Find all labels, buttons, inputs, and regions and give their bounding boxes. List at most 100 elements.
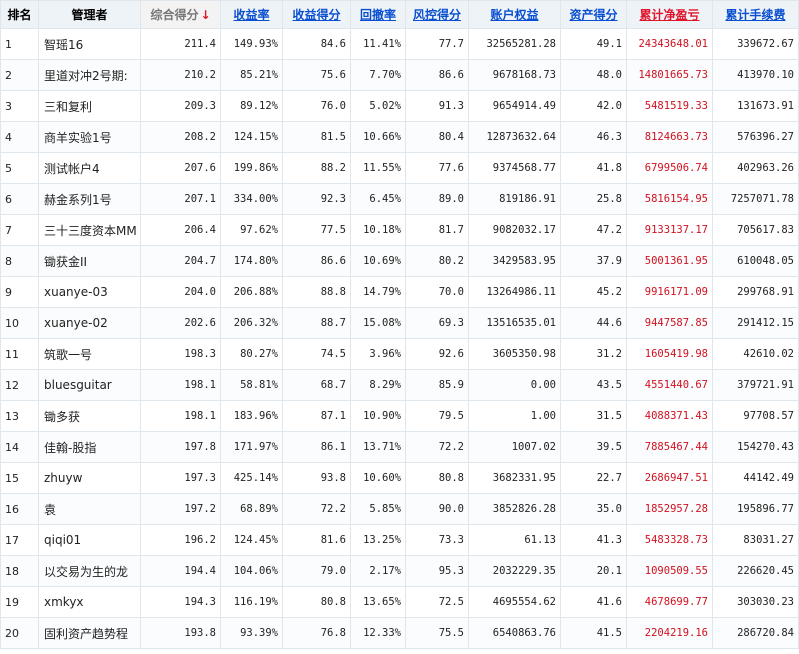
drawdown-cell: 5.85% bbox=[350, 493, 406, 525]
total-score-cell: 197.2 bbox=[140, 493, 221, 525]
manager-cell[interactable]: bluesguitar bbox=[38, 369, 141, 401]
manager-cell[interactable]: xmkyx bbox=[38, 586, 141, 618]
manager-cell[interactable]: 三和复利 bbox=[38, 90, 141, 122]
drawdown-cell: 13.65% bbox=[350, 586, 406, 618]
asset-score-cell: 31.2 bbox=[560, 338, 627, 370]
manager-cell[interactable]: xuanye-03 bbox=[38, 276, 141, 308]
rank-cell: 19 bbox=[0, 586, 39, 618]
asset-score-cell: 22.7 bbox=[560, 462, 627, 494]
rank-cell: 3 bbox=[0, 90, 39, 122]
drawdown-cell: 6.45% bbox=[350, 183, 406, 215]
manager-cell[interactable]: xuanye-02 bbox=[38, 307, 141, 339]
rank-cell: 13 bbox=[0, 400, 39, 432]
manager-cell[interactable]: 智瑶16 bbox=[38, 28, 141, 60]
risk-score-cell: 86.6 bbox=[405, 59, 469, 91]
risk-score-cell: 72.2 bbox=[405, 431, 469, 463]
return-score-cell: 88.8 bbox=[282, 276, 351, 308]
header-drawdown[interactable]: 回撤率 bbox=[350, 0, 406, 29]
drawdown-cell: 13.71% bbox=[350, 431, 406, 463]
equity-cell: 32565281.28 bbox=[468, 28, 561, 60]
drawdown-cell: 2.17% bbox=[350, 555, 406, 587]
risk-score-cell: 70.0 bbox=[405, 276, 469, 308]
header-equity[interactable]: 账户权益 bbox=[468, 0, 561, 29]
risk-score-cell: 73.3 bbox=[405, 524, 469, 556]
table-row[interactable]: 13 锄多获 198.1 183.96% 87.1 10.90% 79.5 1.00 31.5 4… bbox=[0, 400, 799, 432]
risk-score-cell: 89.0 bbox=[405, 183, 469, 215]
equity-cell: 9374568.77 bbox=[468, 152, 561, 184]
risk-score-cell: 92.6 bbox=[405, 338, 469, 370]
manager-cell[interactable]: 佳翰-股指 bbox=[38, 431, 141, 463]
table-row[interactable]: 18 以交易为生的龙 194.4 104.06% 79.0 2.17% 95.3 203222… bbox=[0, 555, 799, 587]
table-row[interactable]: 17 qiqi01 196.2 124.45% 81.6 13.25% 73.3 61.13 4… bbox=[0, 524, 799, 556]
header-return-rate[interactable]: 收益率 bbox=[220, 0, 283, 29]
cum-fee-cell: 379721.91 bbox=[712, 369, 799, 401]
header-risk-score[interactable]: 风控得分 bbox=[405, 0, 469, 29]
cum-pnl-cell: 9133137.17 bbox=[626, 214, 713, 246]
table-row[interactable]: 3 三和复利 209.3 89.12% 76.0 5.02% 91.3 9654914.49 4… bbox=[0, 90, 799, 122]
table-row[interactable]: 19 xmkyx 194.3 116.19% 80.8 13.65% 72.5 4695554… bbox=[0, 586, 799, 618]
asset-score-cell: 45.2 bbox=[560, 276, 627, 308]
manager-cell[interactable]: 袁 bbox=[38, 493, 141, 525]
risk-score-cell: 77.6 bbox=[405, 152, 469, 184]
manager-cell[interactable]: 商羊实验1号 bbox=[38, 121, 141, 153]
header-total-score[interactable]: 综合得分 ↓ bbox=[140, 0, 221, 29]
manager-cell[interactable]: 锄获金II bbox=[38, 245, 141, 277]
cum-pnl-cell: 2204219.16 bbox=[626, 617, 713, 649]
table-row[interactable]: 7 三十三度资本MM 206.4 97.62% 77.5 10.18% 81.7 908203… bbox=[0, 214, 799, 246]
table-row[interactable]: 14 佳翰-股指 197.8 171.97% 86.1 13.71% 72.2 1007.02… bbox=[0, 431, 799, 463]
header-asset-score[interactable]: 资产得分 bbox=[560, 0, 627, 29]
equity-cell: 3682331.95 bbox=[468, 462, 561, 494]
return-rate-cell: 174.80% bbox=[220, 245, 283, 277]
manager-cell[interactable]: 三十三度资本MM bbox=[38, 214, 141, 246]
table-row[interactable]: 8 锄获金II 204.7 174.80% 86.6 10.69% 80.2 3429583.… bbox=[0, 245, 799, 277]
header-cum-pnl[interactable]: 累计净盈亏 bbox=[626, 0, 713, 29]
drawdown-cell: 3.96% bbox=[350, 338, 406, 370]
cum-pnl-cell: 9447587.85 bbox=[626, 307, 713, 339]
manager-cell[interactable]: 测试帐户4 bbox=[38, 152, 141, 184]
header-total-score-label: 综合得分 bbox=[150, 8, 199, 22]
header-return-score[interactable]: 收益得分 bbox=[282, 0, 351, 29]
equity-cell: 9082032.17 bbox=[468, 214, 561, 246]
table-row[interactable]: 10 xuanye-02 202.6 206.32% 88.7 15.08% 69.3 135… bbox=[0, 307, 799, 339]
equity-cell: 3852826.28 bbox=[468, 493, 561, 525]
table-row[interactable]: 2 里道对冲2号期: 210.2 85.21% 75.6 7.70% 86.6 9678168… bbox=[0, 59, 799, 91]
total-score-cell: 198.1 bbox=[140, 400, 221, 432]
header-cum-fee[interactable]: 累计手续费 bbox=[712, 0, 799, 29]
manager-cell[interactable]: qiqi01 bbox=[38, 524, 141, 556]
cum-pnl-cell: 4088371.43 bbox=[626, 400, 713, 432]
table-row[interactable]: 20 固利资产趋势程 193.8 93.39% 76.8 12.33% 75.5 654086… bbox=[0, 617, 799, 649]
risk-score-cell: 85.9 bbox=[405, 369, 469, 401]
cum-pnl-cell: 4678699.77 bbox=[626, 586, 713, 618]
return-rate-cell: 80.27% bbox=[220, 338, 283, 370]
manager-cell[interactable]: 以交易为生的龙 bbox=[38, 555, 141, 587]
manager-cell[interactable]: 锄多获 bbox=[38, 400, 141, 432]
asset-score-cell: 20.1 bbox=[560, 555, 627, 587]
table-row[interactable]: 5 测试帐户4 207.6 199.86% 88.2 11.55% 77.6 9374568.… bbox=[0, 152, 799, 184]
cum-pnl-cell: 1605419.98 bbox=[626, 338, 713, 370]
rank-cell: 18 bbox=[0, 555, 39, 587]
equity-cell: 13264986.11 bbox=[468, 276, 561, 308]
table-row[interactable]: 12 bluesguitar 198.1 58.81% 68.7 8.29% 85.9 0.0… bbox=[0, 369, 799, 401]
manager-cell[interactable]: 筑歌一号 bbox=[38, 338, 141, 370]
table-row[interactable]: 16 袁 197.2 68.89% 72.2 5.85% 90.0 3852826.28 35.… bbox=[0, 493, 799, 525]
table-row[interactable]: 11 筑歌一号 198.3 80.27% 74.5 3.96% 92.6 3605350.98… bbox=[0, 338, 799, 370]
return-rate-cell: 97.62% bbox=[220, 214, 283, 246]
drawdown-cell: 10.69% bbox=[350, 245, 406, 277]
table-row[interactable]: 9 xuanye-03 204.0 206.88% 88.8 14.79% 70.0 1326… bbox=[0, 276, 799, 308]
risk-score-cell: 95.3 bbox=[405, 555, 469, 587]
manager-cell[interactable]: 赫金系列1号 bbox=[38, 183, 141, 215]
total-score-cell: 204.7 bbox=[140, 245, 221, 277]
table-row[interactable]: 1 智瑶16 211.4 149.93% 84.6 11.41% 77.7 32565281.… bbox=[0, 28, 799, 60]
manager-cell[interactable]: 固利资产趋势程 bbox=[38, 617, 141, 649]
manager-cell[interactable]: 里道对冲2号期: bbox=[38, 59, 141, 91]
total-score-cell: 198.1 bbox=[140, 369, 221, 401]
manager-cell[interactable]: zhuyw bbox=[38, 462, 141, 494]
cum-fee-cell: 402963.26 bbox=[712, 152, 799, 184]
drawdown-cell: 10.60% bbox=[350, 462, 406, 494]
table-row[interactable]: 6 赫金系列1号 207.1 334.00% 92.3 6.45% 89.0 819186.9… bbox=[0, 183, 799, 215]
header-manager: 管理者 bbox=[38, 0, 141, 29]
asset-score-cell: 31.5 bbox=[560, 400, 627, 432]
table-row[interactable]: 15 zhuyw 197.3 425.14% 93.8 10.60% 80.8 3682331… bbox=[0, 462, 799, 494]
table-row[interactable]: 4 商羊实验1号 208.2 124.15% 81.5 10.66% 80.4 1287363… bbox=[0, 121, 799, 153]
total-score-cell: 208.2 bbox=[140, 121, 221, 153]
